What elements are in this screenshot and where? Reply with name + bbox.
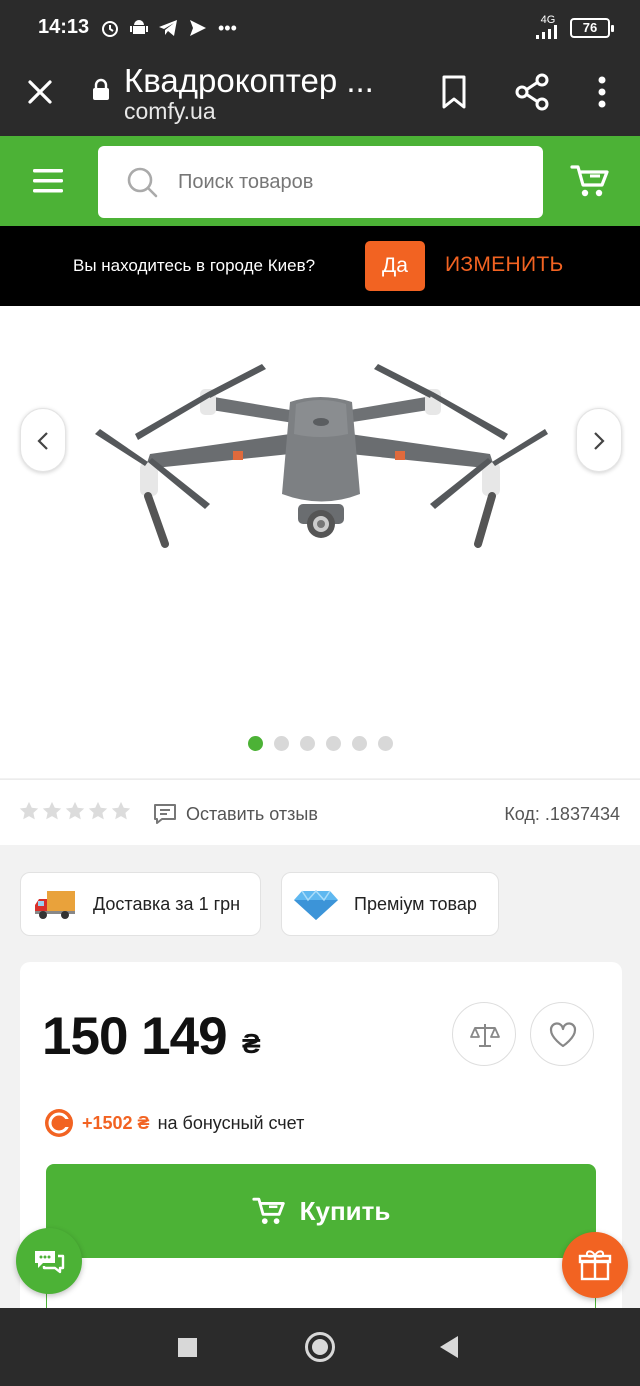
diamond-icon bbox=[294, 889, 338, 920]
city-question: Вы находитесь в городе Киев? bbox=[73, 256, 316, 275]
bonus-amount: +1502 ₴ bbox=[82, 1112, 150, 1133]
signal-icon bbox=[536, 25, 557, 39]
hamburger-menu-button[interactable] bbox=[30, 166, 66, 196]
rating-row: Оставить отзыв Код: .1837434 bbox=[0, 779, 640, 845]
star-icon bbox=[42, 801, 62, 820]
gallery-pagination bbox=[0, 736, 640, 751]
site-header bbox=[0, 136, 640, 226]
search-icon bbox=[127, 167, 158, 198]
change-city-link[interactable]: ИЗМЕНИТЬ bbox=[445, 253, 564, 277]
send-icon bbox=[190, 20, 206, 36]
home-button[interactable] bbox=[305, 1332, 335, 1362]
price-card: 150 149 ₴ +1502 ₴ на бонусный счет Купит… bbox=[20, 962, 622, 1322]
page-domain[interactable]: comfy.ua bbox=[124, 98, 216, 125]
buy-button[interactable]: Купить bbox=[46, 1164, 596, 1258]
city-confirm-banner: Вы находитесь в городе Киев? Да ИЗМЕНИТЬ bbox=[0, 226, 640, 306]
product-code: Код: .1837434 bbox=[504, 804, 620, 824]
gallery-prev-button[interactable] bbox=[20, 408, 66, 472]
comment-icon bbox=[154, 804, 176, 824]
telegram-icon bbox=[159, 20, 177, 36]
scales-icon bbox=[470, 1024, 500, 1047]
alarm-icon bbox=[102, 21, 118, 37]
bonus-text: на бонусный счет bbox=[157, 1112, 305, 1133]
gallery-dot[interactable] bbox=[273, 736, 289, 751]
gift-button[interactable] bbox=[562, 1232, 628, 1298]
browser-toolbar: Квадрокоптер ... comfy.ua bbox=[0, 56, 640, 136]
delivery-badge-label: Доставка за 1 грн bbox=[93, 893, 241, 914]
battery-icon: 76 bbox=[570, 18, 614, 38]
gallery-dot[interactable] bbox=[351, 736, 367, 751]
compare-button[interactable] bbox=[452, 1002, 516, 1066]
price-currency: ₴ bbox=[242, 1028, 261, 1059]
close-tab-button[interactable] bbox=[22, 74, 58, 110]
lock-icon bbox=[93, 78, 109, 100]
premium-badge[interactable]: Преміум товар bbox=[281, 872, 499, 936]
rating-stars[interactable] bbox=[18, 800, 132, 822]
status-bar: 14:13 ••• 4G 76 bbox=[0, 0, 640, 56]
more-icon: ••• bbox=[218, 18, 237, 38]
gift-icon bbox=[578, 1250, 612, 1281]
search-box[interactable] bbox=[98, 146, 543, 218]
network-indicator: 4G bbox=[536, 15, 560, 41]
share-button[interactable] bbox=[514, 72, 550, 112]
premium-badge-label: Преміум товар bbox=[354, 893, 477, 914]
bonus-row: +1502 ₴ на бонусный счет bbox=[44, 1108, 304, 1138]
gallery-dot[interactable] bbox=[325, 736, 341, 751]
notification-icons: ••• bbox=[100, 14, 237, 42]
gallery-dot[interactable] bbox=[299, 736, 315, 751]
system-nav-bar bbox=[0, 1308, 640, 1386]
star-icon bbox=[65, 801, 85, 820]
chat-icon bbox=[35, 1251, 65, 1274]
delivery-truck-icon bbox=[35, 891, 75, 919]
product-gallery bbox=[0, 306, 640, 778]
leave-review-label: Оставить отзыв bbox=[186, 803, 318, 824]
back-button[interactable] bbox=[440, 1336, 458, 1358]
cart-button[interactable] bbox=[570, 162, 610, 200]
bookmark-button[interactable] bbox=[438, 74, 470, 110]
buy-button-label: Купить bbox=[299, 1195, 391, 1226]
bonus-coin-icon bbox=[45, 1109, 73, 1137]
overflow-menu-button[interactable] bbox=[590, 72, 614, 112]
star-icon bbox=[111, 801, 131, 820]
network-type: 4G bbox=[540, 14, 556, 26]
search-input[interactable] bbox=[178, 146, 518, 218]
gallery-next-button[interactable] bbox=[576, 408, 622, 472]
star-icon bbox=[88, 801, 108, 820]
gallery-dot[interactable] bbox=[247, 736, 263, 751]
chat-button[interactable] bbox=[16, 1228, 82, 1294]
android-icon bbox=[130, 20, 148, 34]
confirm-city-button[interactable]: Да bbox=[365, 241, 425, 291]
product-image-drone[interactable] bbox=[90, 334, 550, 554]
product-price: 150 149 bbox=[42, 1007, 228, 1066]
cart-icon bbox=[252, 1197, 285, 1224]
chevron-left-icon bbox=[37, 432, 48, 450]
page-title[interactable]: Квадрокоптер ... bbox=[124, 62, 374, 100]
heart-icon bbox=[549, 1022, 577, 1048]
leave-review-link[interactable]: Оставить отзыв bbox=[152, 802, 318, 826]
recent-apps-button[interactable] bbox=[178, 1338, 197, 1357]
gallery-dot[interactable] bbox=[377, 736, 393, 751]
status-time: 14:13 bbox=[38, 16, 90, 38]
delivery-badge[interactable]: Доставка за 1 грн bbox=[20, 872, 261, 936]
chevron-right-icon bbox=[594, 432, 605, 450]
favorite-button[interactable] bbox=[530, 1002, 594, 1066]
star-icon bbox=[19, 801, 39, 820]
